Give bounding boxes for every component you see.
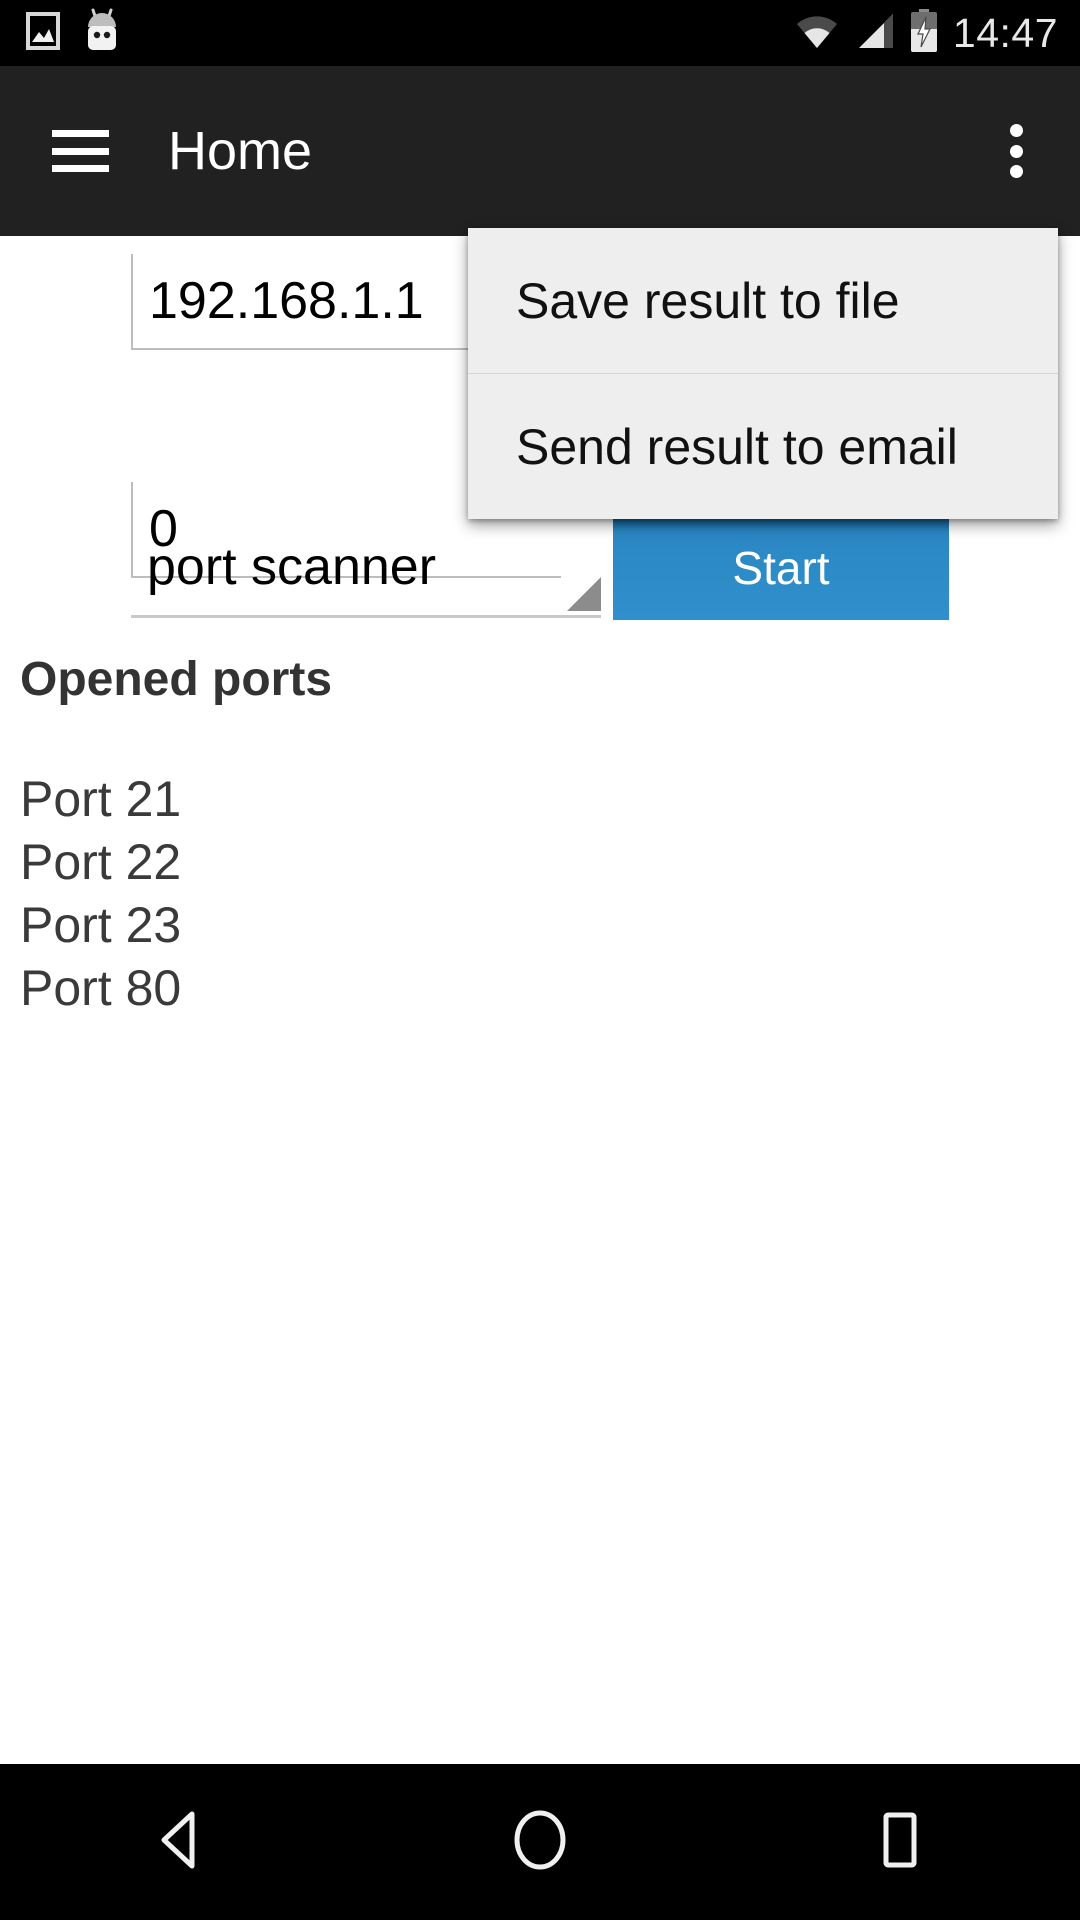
- menu-item-send-result-to-email[interactable]: Send result to email: [468, 374, 1058, 519]
- back-button[interactable]: [100, 1764, 260, 1920]
- ip-address-value: 192.168.1.1: [149, 272, 424, 330]
- overflow-popup-menu: Save result to file Send result to email: [468, 228, 1058, 519]
- app-screen: 14:47 Home 192.168.1.1 0 port scanner St…: [0, 0, 1080, 1920]
- status-bar-notification-icons: [0, 8, 122, 59]
- overflow-dot: [1009, 144, 1023, 158]
- status-bar-clock: 14:47: [952, 10, 1058, 56]
- list-item: Port 80: [20, 960, 182, 1016]
- results-heading: Opened ports: [20, 653, 333, 706]
- page-title: Home: [168, 121, 313, 181]
- list-item: Port 21: [20, 771, 182, 827]
- navigation-bar: [0, 1764, 1080, 1920]
- back-triangle-icon: [152, 1809, 208, 1876]
- hamburger-icon[interactable]: [52, 130, 109, 172]
- scan-mode-selected-value: port scanner: [147, 537, 437, 596]
- android-mascot-icon: [82, 8, 122, 59]
- recents-square-icon: [874, 1810, 926, 1875]
- status-bar-system-icons: 14:47: [795, 0, 1058, 66]
- home-button[interactable]: [460, 1764, 620, 1920]
- image-icon: [26, 11, 60, 55]
- home-circle-icon: [511, 1808, 569, 1877]
- battery-charging-icon: [909, 8, 939, 58]
- recents-button[interactable]: [820, 1764, 980, 1920]
- app-bar: Home: [0, 66, 1080, 236]
- list-item: Port 22: [20, 834, 182, 890]
- opened-ports-list: Port 21 Port 22 Port 23 Port 80: [20, 768, 181, 1020]
- hamburger-bar: [52, 165, 109, 172]
- scan-mode-spinner[interactable]: port scanner: [131, 518, 601, 618]
- overflow-dot: [1009, 124, 1023, 137]
- hamburger-bar: [52, 130, 109, 137]
- signal-icon: [853, 12, 895, 55]
- hamburger-bar: [52, 147, 109, 155]
- status-bar: 14:47: [0, 0, 1080, 66]
- overflow-menu-icon[interactable]: [988, 120, 1044, 182]
- menu-item-save-result-to-file[interactable]: Save result to file: [468, 228, 1058, 373]
- spinner-dropdown-arrow-icon: [567, 577, 601, 611]
- list-item: Port 23: [20, 897, 182, 953]
- wifi-icon: [795, 12, 839, 55]
- overflow-dot: [1009, 165, 1023, 178]
- start-button[interactable]: Start: [613, 516, 949, 620]
